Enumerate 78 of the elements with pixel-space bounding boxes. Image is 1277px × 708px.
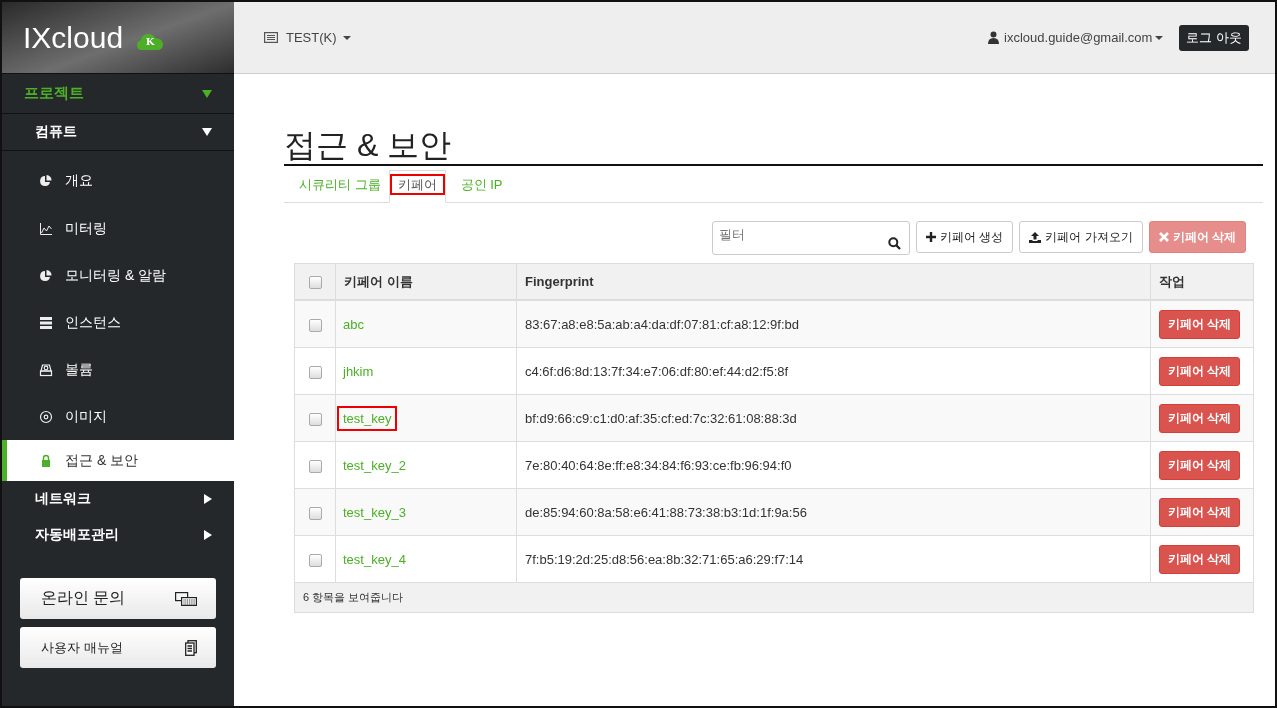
caret-icon <box>202 89 212 98</box>
item-label: 이미지 <box>65 407 107 426</box>
project-dropdown[interactable]: TEST(K) <box>264 30 351 45</box>
logo-badge-text: K <box>144 35 156 47</box>
pie-chart-icon <box>39 174 53 188</box>
item-count-text: 6 항목을 보여줍니다 <box>303 591 404 603</box>
column-header: 작업 <box>1159 273 1185 289</box>
column-header: 키페어 이름 <box>344 273 413 289</box>
sidebar-item[interactable]: 접근 & 보안 <box>2 440 234 481</box>
delete-keypair-button[interactable]: 키페어 삭제 <box>1159 450 1241 480</box>
logout-button[interactable]: 로그 아웃 <box>1179 24 1249 51</box>
sidebar-item[interactable]: 미터링 <box>2 205 234 252</box>
delete-keypair-button[interactable]: 키페어 삭제 <box>1159 544 1241 574</box>
document-icon <box>185 639 197 656</box>
row-checkbox[interactable] <box>308 412 322 426</box>
line-chart-icon <box>39 221 53 236</box>
group-label: 네트워크 <box>35 490 91 508</box>
delete-keypair-button[interactable]: 키페어 삭제 <box>1159 403 1241 433</box>
disk-drive-icon <box>39 362 53 377</box>
plus-icon <box>925 232 936 242</box>
item-label: 볼륨 <box>65 360 93 379</box>
group-label: 자동배포관리 <box>35 526 119 544</box>
lock-icon <box>39 453 53 468</box>
user-icon <box>988 31 1000 44</box>
online-inquiry-button[interactable]: 온라인 문의 <box>20 578 216 619</box>
row-checkbox[interactable] <box>308 365 322 379</box>
fingerprint-text: de:85:94:60:8a:58:e6:41:88:73:38:b3:1d:1f:9a:56 <box>525 504 807 520</box>
close-icon <box>1158 232 1169 242</box>
delete-keypair-button[interactable]: 키페어 삭제 <box>1159 497 1241 527</box>
caret-icon <box>204 530 212 540</box>
select-all-checkbox[interactable] <box>308 276 322 290</box>
item-label: 모니터링 & 알람 <box>65 266 167 285</box>
import-keypair-button[interactable]: 키페어 가져오기 <box>1019 221 1143 253</box>
keyboard-chat-icon <box>175 591 197 606</box>
user-manual-button[interactable]: 사용자 매뉴얼 <box>20 627 216 668</box>
disc-icon <box>39 409 53 424</box>
item-label: 접근 & 보안 <box>65 451 139 470</box>
filter-field[interactable]: 필터 <box>711 221 910 255</box>
row-checkbox[interactable] <box>308 553 322 567</box>
create-keypair-button[interactable]: 키페어 생성 <box>915 221 1014 253</box>
server-icon <box>39 315 53 330</box>
sidebar-section[interactable]: 프로젝트 <box>2 74 234 114</box>
sidebar-item[interactable]: 인스턴스 <box>2 299 234 346</box>
sidebar-group[interactable]: 네트워크 <box>2 481 234 517</box>
tab[interactable]: 키페어 <box>388 170 446 203</box>
item-label: 개요 <box>65 172 93 190</box>
sidebar-group[interactable]: 자동배포관리 <box>2 517 234 553</box>
group-label: 컴퓨트 <box>35 123 77 141</box>
caret-icon <box>1155 35 1164 40</box>
fingerprint-text: 83:67:a8:e8:5a:ab:a4:da:df:07:81:cf:a8:12:9f:bd <box>525 316 799 332</box>
sidebar-group[interactable]: 컴퓨트 <box>2 114 234 151</box>
fingerprint-text: bf:d9:66:c9:c1:d0:af:35:cf:ed:7c:32:61:08:88:3d <box>525 410 797 426</box>
item-label: 인스턴스 <box>65 313 121 332</box>
user-dropdown[interactable]: ixcloud.guide@gmail.com <box>988 30 1164 45</box>
column-header: Fingerprint <box>525 274 594 289</box>
fingerprint-text: 7f:b5:19:2d:25:d8:56:ea:8b:32:71:65:a6:29:f7:14 <box>525 551 804 567</box>
upload-icon <box>1029 231 1042 243</box>
delete-keypair-button[interactable]: 키페어 삭제 <box>1159 356 1241 386</box>
item-label: 미터링 <box>65 219 107 238</box>
sidebar-item[interactable]: 개요 <box>2 151 234 205</box>
row-checkbox[interactable] <box>308 459 322 473</box>
section-label: 프로젝트 <box>24 84 84 103</box>
row-checkbox[interactable] <box>308 506 322 520</box>
pie-chart-icon <box>39 268 53 283</box>
sidebar-item[interactable]: 볼륨 <box>2 346 234 393</box>
sidebar-item[interactable]: 이미지 <box>2 393 234 440</box>
delete-keypair-button[interactable]: 키페어 삭제 <box>1159 309 1241 339</box>
row-checkbox[interactable] <box>308 318 322 332</box>
list-icon <box>264 32 278 43</box>
fingerprint-text: 7e:80:40:64:8e:ff:e8:34:84:f6:93:ce:fb:96:94:f0 <box>525 457 792 473</box>
caret-icon <box>204 494 212 504</box>
logo-text: IXcloud <box>23 20 124 55</box>
sidebar-item[interactable]: 모니터링 & 알람 <box>2 252 234 299</box>
caret-icon <box>202 128 212 136</box>
fingerprint-text: c4:6f:d6:8d:13:7f:34:e7:06:df:80:ef:44:d2:f5:8f <box>525 363 789 379</box>
search-icon <box>887 237 901 250</box>
page-title: 접근 & 보안 <box>284 126 1263 166</box>
caret-icon <box>342 35 351 40</box>
